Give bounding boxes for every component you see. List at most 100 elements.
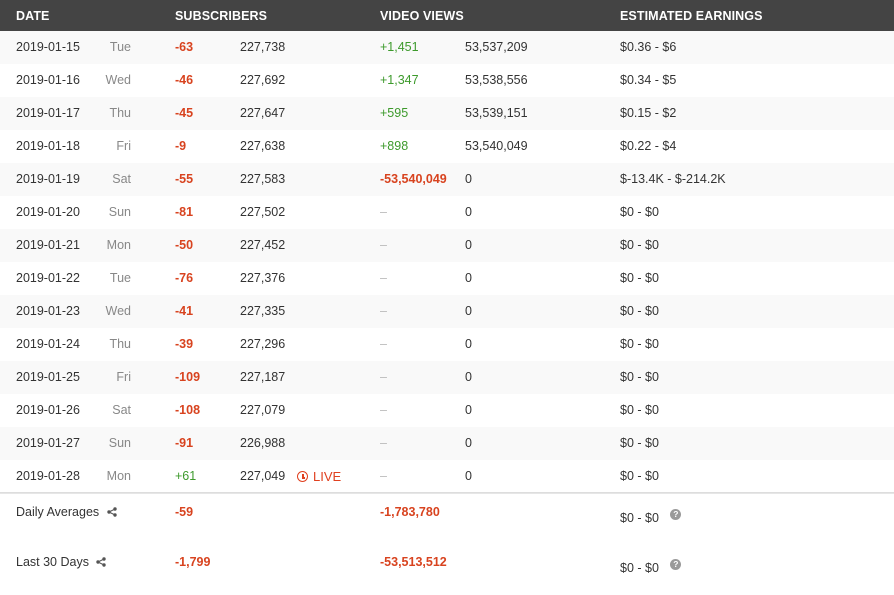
- row-subscriber-change: -45: [175, 106, 194, 120]
- row-views-total: 53,538,556: [465, 73, 528, 87]
- row-views-total: 53,537,209: [465, 40, 528, 54]
- header-video-views: VIDEO VIEWS: [380, 9, 464, 23]
- row-views-change: –: [380, 205, 387, 219]
- table-row: 2019-01-27 Sun -91 226,988 – 0 $0 - $0: [0, 427, 894, 461]
- row-subscriber-change: -109: [175, 370, 201, 384]
- help-icon[interactable]: ?: [670, 509, 682, 520]
- row-estimated-earnings: $0 - $0: [620, 304, 659, 318]
- row-day: Sun: [108, 205, 131, 219]
- row-date: 2019-01-28: [16, 469, 80, 483]
- share-icon[interactable]: [106, 506, 117, 520]
- row-subscriber-total: 227,187: [240, 370, 286, 384]
- last-30-earnings: $0 - $0 ?: [620, 559, 682, 575]
- daily-avg-subscribers: -59: [175, 505, 194, 519]
- share-icon[interactable]: [96, 556, 107, 570]
- row-subscriber-change: +61: [175, 469, 197, 483]
- row-day: Thu: [109, 337, 131, 351]
- table-row: 2019-01-23 Wed -41 227,335 – 0 $0 - $0: [0, 295, 894, 329]
- help-icon[interactable]: ?: [670, 559, 682, 570]
- row-subscriber-total: 227,502: [240, 205, 286, 219]
- table-row: 2019-01-19 Sat -55 227,583 -53,540,049 0 $-13.…: [0, 163, 894, 197]
- header-subscribers: SUBSCRIBERS: [175, 9, 268, 23]
- row-subscriber-change: -108: [175, 403, 201, 417]
- daily-avg-earnings: $0 - $0 ?: [620, 509, 682, 525]
- row-day: Tue: [109, 40, 131, 54]
- table-row: 2019-01-22 Tue -76 227,376 – 0 $0 - $0: [0, 262, 894, 296]
- row-estimated-earnings: $0 - $0: [620, 403, 659, 417]
- table-row: 2019-01-28 Mon +61 227,049 LIVE – 0 $0 - $0: [0, 460, 894, 494]
- row-day: Fri: [116, 370, 131, 384]
- row-views-change: +1,347: [380, 73, 419, 87]
- row-estimated-earnings: $0.22 - $4: [620, 139, 677, 153]
- row-subscriber-change: -50: [175, 238, 194, 252]
- row-day: Sun: [108, 436, 131, 450]
- last-30-days-row: Last 30 Days -1,799 -53,513,512 $0 - $0 …: [0, 555, 894, 595]
- row-estimated-earnings: $0 - $0: [620, 205, 659, 219]
- row-subscriber-change: -46: [175, 73, 194, 87]
- live-indicator: LIVE: [297, 469, 341, 484]
- row-estimated-earnings: $0.36 - $6: [620, 40, 677, 54]
- row-subscriber-change: -81: [175, 205, 194, 219]
- row-subscriber-change: -91: [175, 436, 194, 450]
- header-estimated-earnings: ESTIMATED EARNINGS: [620, 9, 763, 23]
- last-30-days-label: Last 30 Days: [16, 555, 107, 570]
- table-row: 2019-01-24 Thu -39 227,296 – 0 $0 - $0: [0, 328, 894, 362]
- daily-averages-row: Daily Averages -59 -1,783,780 $0 - $0 ?: [0, 505, 894, 545]
- row-day: Tue: [109, 271, 131, 285]
- table-row: 2019-01-16 Wed -46 227,692 +1,347 53,538,556 $…: [0, 64, 894, 98]
- row-views-total: 0: [465, 403, 472, 417]
- table-row: 2019-01-20 Sun -81 227,502 – 0 $0 - $0: [0, 196, 894, 230]
- table-row: 2019-01-15 Tue -63 227,738 +1,451 53,537,209 $…: [0, 31, 894, 65]
- header-date: DATE: [16, 9, 50, 23]
- row-day: Sat: [112, 403, 131, 417]
- row-estimated-earnings: $0 - $0: [620, 469, 659, 483]
- row-day: Mon: [106, 469, 131, 483]
- daily-averages-label: Daily Averages: [16, 505, 117, 520]
- row-date: 2019-01-19: [16, 172, 80, 186]
- row-estimated-earnings: $0 - $0: [620, 271, 659, 285]
- row-subscriber-total: 227,452: [240, 238, 286, 252]
- row-views-total: 53,539,151: [465, 106, 528, 120]
- row-estimated-earnings: $0.34 - $5: [620, 73, 677, 87]
- row-subscriber-total: 227,049: [240, 469, 286, 483]
- row-views-total: 0: [465, 271, 472, 285]
- row-estimated-earnings: $0 - $0: [620, 337, 659, 351]
- last-30-subscribers: -1,799: [175, 555, 211, 569]
- row-views-change: –: [380, 469, 387, 483]
- row-views-total: 0: [465, 370, 472, 384]
- row-subscriber-total: 227,079: [240, 403, 286, 417]
- clock-icon: [297, 471, 308, 482]
- row-subscriber-change: -76: [175, 271, 194, 285]
- row-subscriber-total: 227,583: [240, 172, 286, 186]
- table-row: 2019-01-17 Thu -45 227,647 +595 53,539,151 $0.…: [0, 97, 894, 131]
- row-date: 2019-01-26: [16, 403, 80, 417]
- row-date: 2019-01-22: [16, 271, 80, 285]
- table-header: DATE SUBSCRIBERS VIDEO VIEWS ESTIMATED E…: [0, 0, 894, 31]
- row-date: 2019-01-24: [16, 337, 80, 351]
- summary-divider: [0, 492, 894, 493]
- row-views-change: –: [380, 337, 387, 351]
- row-day: Fri: [116, 139, 131, 153]
- row-views-total: 0: [465, 172, 472, 186]
- row-date: 2019-01-23: [16, 304, 80, 318]
- last-30-views: -53,513,512: [380, 555, 447, 569]
- row-date: 2019-01-20: [16, 205, 80, 219]
- table-row: 2019-01-25 Fri -109 227,187 – 0 $0 - $0: [0, 361, 894, 395]
- row-subscriber-total: 227,647: [240, 106, 286, 120]
- row-views-change: –: [380, 436, 387, 450]
- row-views-total: 0: [465, 469, 472, 483]
- row-date: 2019-01-15: [16, 40, 80, 54]
- row-estimated-earnings: $0 - $0: [620, 370, 659, 384]
- table-row: 2019-01-21 Mon -50 227,452 – 0 $0 - $0: [0, 229, 894, 263]
- daily-avg-views: -1,783,780: [380, 505, 440, 519]
- row-views-change: -53,540,049: [380, 172, 447, 186]
- row-views-total: 0: [465, 304, 472, 318]
- row-subscriber-total: 226,988: [240, 436, 286, 450]
- row-date: 2019-01-17: [16, 106, 80, 120]
- row-subscriber-total: 227,335: [240, 304, 286, 318]
- row-date: 2019-01-25: [16, 370, 80, 384]
- row-views-change: –: [380, 370, 387, 384]
- row-day: Sat: [112, 172, 131, 186]
- row-views-total: 0: [465, 436, 472, 450]
- row-subscriber-total: 227,296: [240, 337, 286, 351]
